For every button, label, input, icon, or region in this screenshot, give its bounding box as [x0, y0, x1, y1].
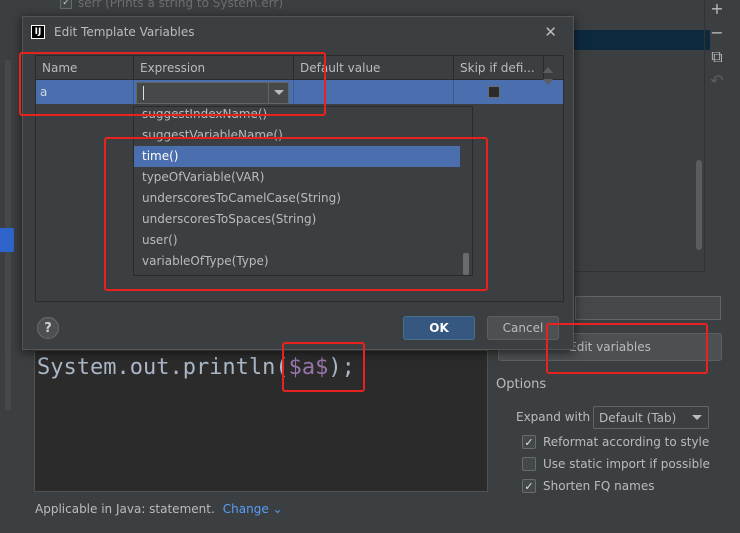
reformat-label: Reformat according to style: [543, 435, 710, 449]
column-expression[interactable]: Expression: [134, 56, 294, 80]
intellij-app-icon: IJ: [31, 25, 45, 39]
template-code: System.out.println($a$);: [37, 355, 355, 380]
static-import-checkbox[interactable]: [522, 457, 536, 471]
template-variable: $a$: [288, 355, 329, 380]
suggestion-item[interactable]: typeOfVariable(VAR): [134, 167, 472, 188]
shorten-fq-label: Shorten FQ names: [543, 479, 655, 493]
suggestion-item[interactable]: underscoresToSpaces(String): [134, 209, 472, 230]
options-title: Options: [496, 377, 547, 392]
applicable-text: Applicable in Java: statement.: [35, 502, 215, 516]
popup-scrollbar[interactable]: [463, 253, 469, 275]
suggestion-item[interactable]: suggestVariableName(): [134, 125, 472, 146]
dialog-titlebar: IJ Edit Template Variables: [23, 17, 573, 47]
cancel-button[interactable]: Cancel: [487, 316, 559, 340]
column-skip-if-defined[interactable]: Skip if defi...: [454, 56, 544, 80]
table-header: Name Expression Default value Skip if de…: [36, 56, 563, 80]
static-import-label: Use static import if possible: [543, 457, 710, 471]
template-item-text: serr (Prints a string to System.err): [78, 0, 284, 10]
expand-with-label: Expand with: [516, 410, 591, 424]
template-text-editor[interactable]: System.out.println($a$);: [34, 350, 488, 492]
reformat-option[interactable]: ✓ Reformat according to style: [522, 435, 709, 449]
suggestion-item[interactable]: suggestIndexName(): [134, 107, 472, 125]
cell-skip[interactable]: [454, 80, 544, 104]
skip-checkbox[interactable]: [488, 86, 500, 98]
suggestion-item[interactable]: underscoresToCamelCase(String): [134, 188, 472, 209]
ok-button[interactable]: OK: [403, 316, 475, 340]
description-field[interactable]: [575, 296, 721, 320]
expression-suggestions-popup: suggestIndexName() suggestVariableName()…: [133, 106, 473, 276]
undo-icon[interactable]: ↶: [706, 72, 728, 90]
table-row[interactable]: a: [36, 80, 563, 104]
chevron-down-icon: [692, 415, 702, 420]
expand-with-value: Default (Tab): [599, 410, 677, 425]
suggestion-item[interactable]: variableOfType(Type): [134, 251, 472, 272]
combo-dropdown-button[interactable]: [268, 82, 288, 103]
cell-default-value[interactable]: [294, 80, 454, 104]
dialog-title: Edit Template Variables: [54, 25, 195, 39]
move-up-icon[interactable]: [543, 67, 553, 73]
list-scrollbar[interactable]: [696, 160, 702, 250]
column-default-value[interactable]: Default value: [294, 56, 454, 80]
change-link[interactable]: Change ⌄: [223, 502, 283, 516]
help-button[interactable]: ?: [37, 317, 59, 339]
plus-icon[interactable]: +: [706, 0, 728, 18]
applicable-footer: Applicable in Java: statement. Change ⌄: [35, 502, 283, 516]
shorten-fq-checkbox[interactable]: ✓: [522, 479, 536, 493]
column-name[interactable]: Name: [36, 56, 134, 80]
template-list-partial: ✓ serr (Prints a string to System.err): [60, 0, 490, 14]
expand-with-select[interactable]: Default (Tab): [593, 406, 709, 429]
chevron-down-icon: [273, 90, 284, 95]
tree-selection-marker: [0, 228, 14, 252]
reformat-checkbox[interactable]: ✓: [522, 435, 536, 449]
list-toolbar: + − ⧉ ↶: [706, 0, 728, 96]
shorten-fq-option[interactable]: ✓ Shorten FQ names: [522, 479, 654, 493]
panel-divider: [704, 0, 705, 272]
minus-icon[interactable]: −: [706, 24, 728, 42]
cell-expression[interactable]: [134, 80, 294, 104]
cell-name[interactable]: a: [36, 80, 134, 104]
row-move-buttons: [539, 61, 557, 91]
text-cursor: [143, 85, 144, 100]
move-down-icon[interactable]: [543, 79, 553, 85]
template-checkbox[interactable]: ✓: [60, 0, 72, 9]
suggestion-item[interactable]: user(): [134, 230, 472, 251]
close-icon[interactable]: ✕: [544, 23, 557, 41]
copy-icon[interactable]: ⧉: [706, 48, 728, 66]
template-list-item[interactable]: ✓ serr (Prints a string to System.err): [60, 0, 490, 10]
static-import-option[interactable]: Use static import if possible: [522, 457, 710, 471]
panel-divider-bottom: [560, 271, 705, 272]
suggestion-item-selected[interactable]: time(): [134, 146, 460, 167]
expression-combobox[interactable]: [136, 81, 289, 104]
